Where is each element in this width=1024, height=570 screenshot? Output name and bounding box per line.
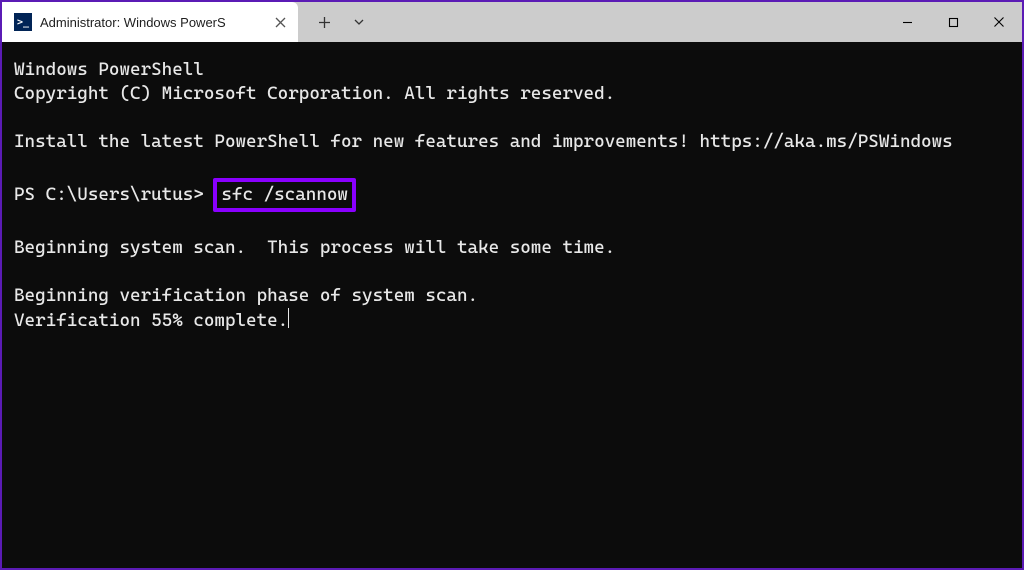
cursor-icon (288, 308, 289, 328)
tabbar-rest (298, 2, 884, 42)
maximize-button[interactable] (930, 2, 976, 42)
output-line-2: Beginning verification phase of system s… (14, 285, 478, 306)
ps-header-2: Copyright (C) Microsoft Corporation. All… (14, 83, 615, 104)
output-line-3: Verification 55% complete. (14, 310, 288, 331)
close-button[interactable] (976, 2, 1022, 42)
powershell-icon: >_ (14, 13, 32, 31)
typed-command-highlight: sfc /scannow (213, 178, 356, 212)
ps-install-notice: Install the latest PowerShell for new fe… (14, 131, 953, 152)
tab-title: Administrator: Windows PowerS (40, 15, 264, 30)
titlebar: >_ Administrator: Windows PowerS (2, 2, 1022, 42)
prompt: PS C:\Users\rutus> (14, 184, 214, 205)
new-tab-button[interactable] (304, 2, 344, 42)
ps-header-1: Windows PowerShell (14, 59, 204, 80)
close-tab-button[interactable] (272, 14, 288, 30)
minimize-button[interactable] (884, 2, 930, 42)
window: >_ Administrator: Windows PowerS (2, 2, 1022, 568)
terminal-output[interactable]: Windows PowerShell Copyright (C) Microso… (2, 42, 1022, 568)
output-line-1: Beginning system scan. This process will… (14, 237, 615, 258)
tab-active[interactable]: >_ Administrator: Windows PowerS (2, 2, 298, 42)
window-controls (884, 2, 1022, 42)
tab-dropdown-button[interactable] (344, 2, 374, 42)
